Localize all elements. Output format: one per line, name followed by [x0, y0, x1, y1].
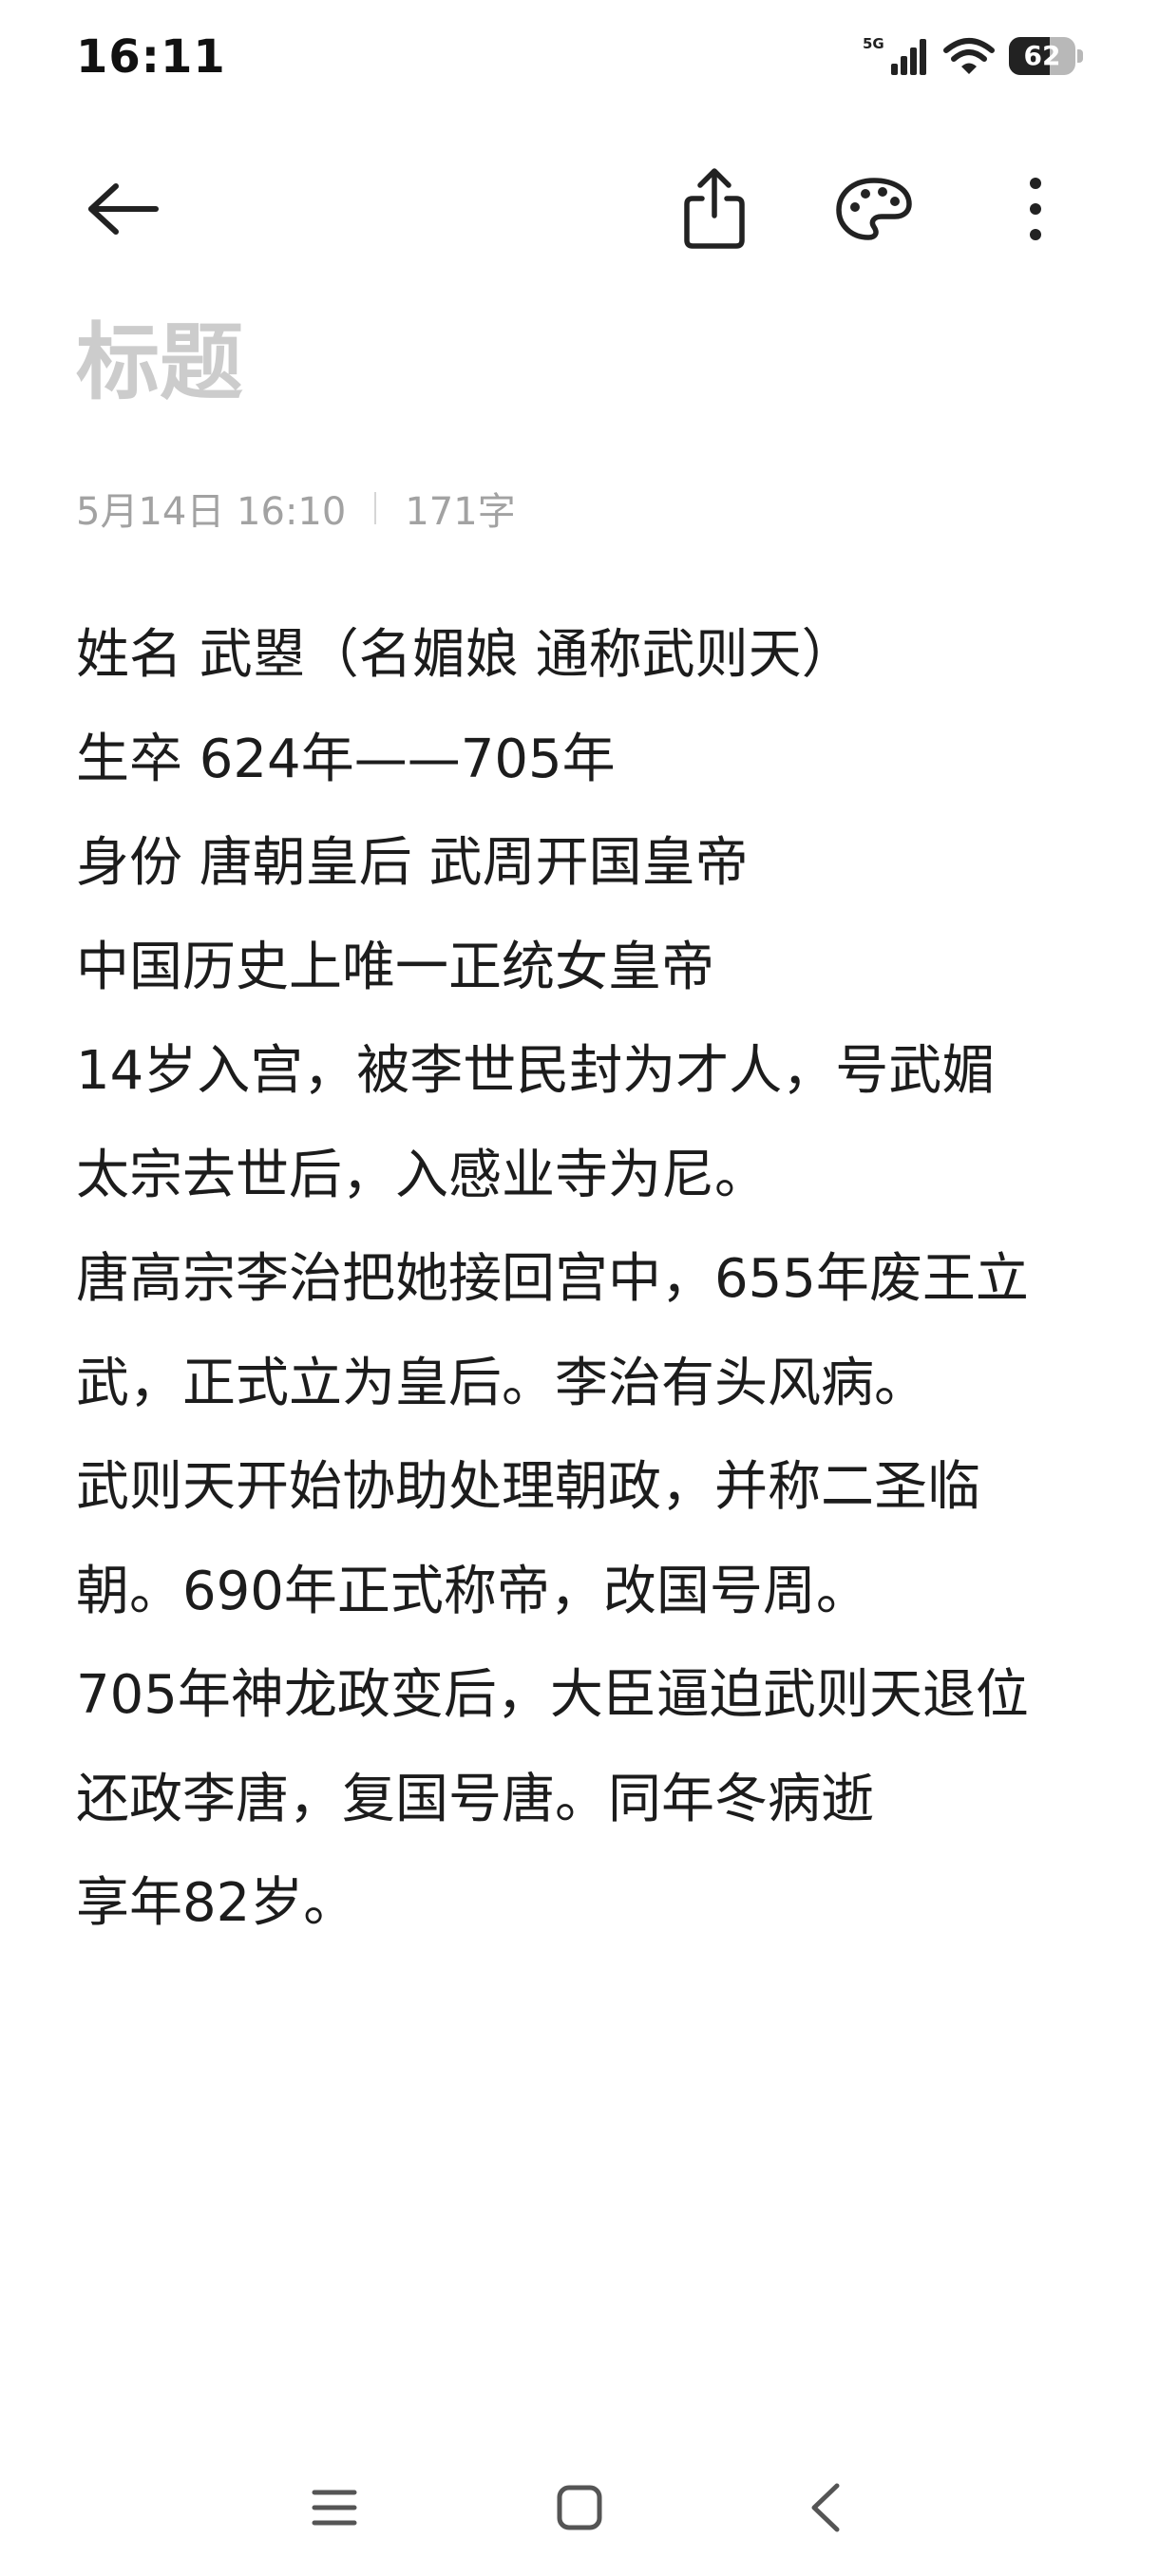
home-button[interactable]: [527, 2460, 632, 2555]
back-icon: [811, 2483, 840, 2532]
note-line: 姓名 武曌（名媚娘 通称武则天）: [76, 624, 855, 686]
share-button[interactable]: [657, 142, 771, 275]
note-line: 身份 唐朝皇后 武周开国皇帝: [76, 832, 749, 894]
note-line: 中国历史上唯一正统女皇帝: [76, 936, 714, 998]
note-line: 生卒 624年——705年: [76, 728, 616, 790]
note-line: 还政李唐，复国号唐。同年冬病逝: [76, 1768, 874, 1830]
system-nav-bar: [0, 2441, 1159, 2574]
note-line: 705年神龙政变后，大臣逼迫武则天退位: [76, 1664, 1029, 1726]
note-body-editor[interactable]: 姓名 武曌（名媚娘 通称武则天） 生卒 624年——705年 身份 唐朝皇后 武…: [76, 603, 1102, 1956]
note-line: 武则天开始协助处理朝政，并称二圣临: [76, 1456, 980, 1518]
note-toolbar: [0, 142, 1159, 275]
meta-divider: [374, 492, 377, 524]
more-vertical-icon: [1030, 178, 1041, 240]
menu-icon: [312, 2490, 357, 2526]
note-line: 朝。690年正式称帝，改国号周。: [76, 1560, 869, 1622]
palette-button[interactable]: [817, 142, 931, 275]
back-button[interactable]: [66, 142, 180, 275]
status-time: 16:11: [76, 30, 226, 84]
status-bar: 16:11 5G 62: [0, 0, 1159, 114]
cellular-signal-icon: 5G: [863, 35, 926, 75]
palette-icon: [836, 178, 912, 240]
note-meta: 5月14日 16:10 171字: [76, 480, 516, 537]
back-arrow-icon: [88, 183, 159, 235]
status-icons: 5G 62: [863, 32, 1083, 80]
note-line: 武，正式立为皇后。李治有头风病。: [76, 1352, 927, 1414]
more-options-button[interactable]: [978, 142, 1092, 275]
share-icon: [684, 168, 745, 249]
wifi-icon: [943, 38, 995, 74]
note-date: 5月14日 16:10: [76, 490, 347, 534]
note-line: 太宗去世后，入感业寺为尼。: [76, 1144, 768, 1206]
note-line: 14岁入宫，被李世民封为才人，号武媚: [76, 1040, 996, 1102]
battery-level: 62: [1023, 40, 1061, 71]
note-word-count: 171字: [405, 490, 516, 534]
note-line: 唐高宗李治把她接回宫中，655年废王立: [76, 1248, 1029, 1310]
note-line: 享年82岁。: [76, 1872, 357, 1934]
recent-apps-button[interactable]: [282, 2460, 387, 2555]
note-title-field[interactable]: 标题: [76, 321, 243, 405]
system-back-button[interactable]: [773, 2460, 878, 2555]
battery-icon: 62: [1009, 37, 1083, 75]
home-icon: [557, 2485, 602, 2530]
network-type-label: 5G: [863, 35, 884, 52]
